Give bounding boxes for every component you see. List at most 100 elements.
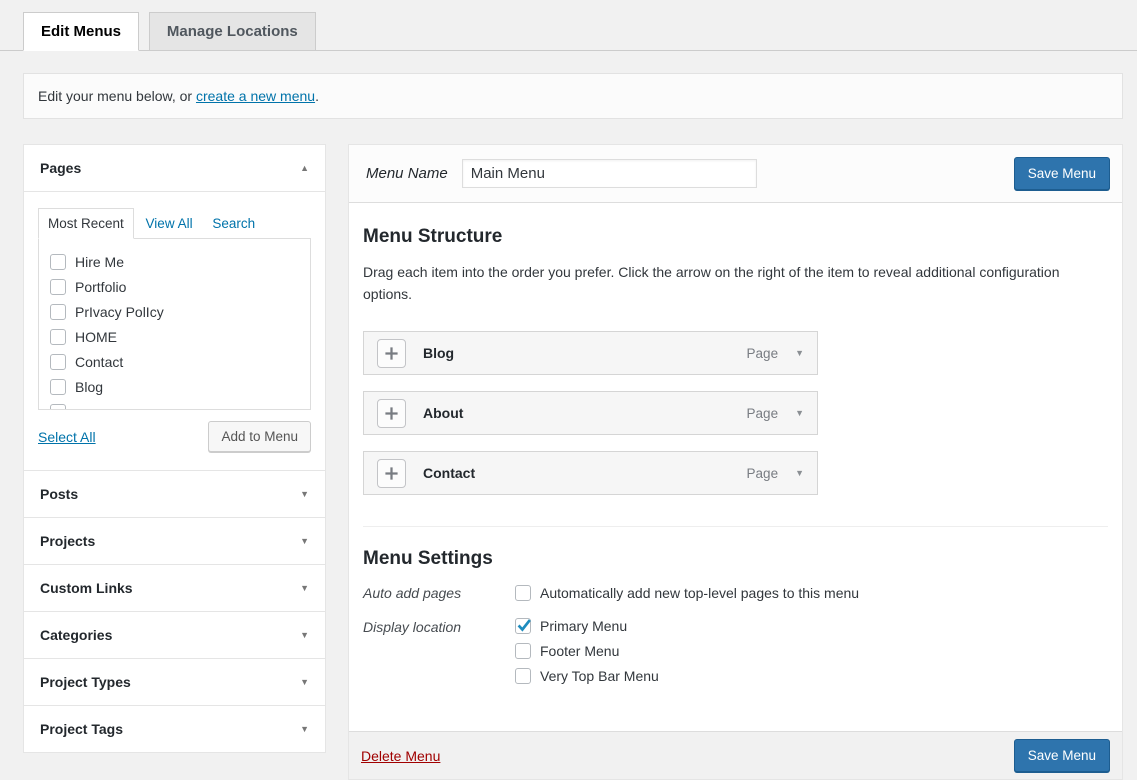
pages-panel: Pages ▲ Most Recent View All Search Hire… <box>24 145 325 470</box>
location-option-label: Footer Menu <box>540 643 619 659</box>
save-menu-button-bottom[interactable]: Save Menu <box>1014 739 1110 772</box>
plus-icon[interactable] <box>377 399 406 428</box>
auto-add-pages-row: Auto add pages Automatically add new top… <box>363 584 1108 601</box>
page-item-label: HOME <box>75 329 117 345</box>
expand-down-arrow-icon: ▼ <box>300 490 309 499</box>
menu-settings-title: Menu Settings <box>363 548 1108 570</box>
menu-item-type: Page <box>747 406 779 421</box>
tab-manage-locations[interactable]: Manage Locations <box>149 12 316 51</box>
section-divider <box>363 526 1108 527</box>
menus-layout: Pages ▲ Most Recent View All Search Hire… <box>23 144 1123 780</box>
page-checklist-item-partial[interactable] <box>50 399 310 410</box>
notice-text-end: . <box>315 88 319 104</box>
display-location-option-primary[interactable]: Primary Menu <box>515 618 659 634</box>
page-item-label: Hire Me <box>75 254 124 270</box>
auto-add-option-label: Automatically add new top-level pages to… <box>540 585 859 601</box>
item-expand-arrow-icon[interactable]: ▼ <box>795 348 804 358</box>
checkbox-unchecked-icon[interactable] <box>515 585 531 601</box>
plus-icon[interactable] <box>377 339 406 368</box>
checkbox-unchecked-icon[interactable] <box>515 668 531 684</box>
accordion-title: Project Tags <box>40 721 123 737</box>
expand-down-arrow-icon: ▼ <box>300 678 309 687</box>
expand-down-arrow-icon: ▼ <box>300 725 309 734</box>
tab-edit-menus[interactable]: Edit Menus <box>23 12 139 51</box>
menu-structure-title: Menu Structure <box>363 226 1108 248</box>
accordion-custom-links[interactable]: Custom Links ▼ <box>24 564 325 611</box>
accordion-title: Project Types <box>40 674 131 690</box>
checkbox-unchecked-icon[interactable] <box>50 304 66 320</box>
admin-tab-bar: Edit Menus Manage Locations <box>0 0 1137 51</box>
item-expand-arrow-icon[interactable]: ▼ <box>795 408 804 418</box>
display-location-option-footer[interactable]: Footer Menu <box>515 643 659 659</box>
menu-item-type: Page <box>747 346 779 361</box>
page-checklist-item[interactable]: PrIvacy PolIcy <box>50 299 310 324</box>
accordion-title: Categories <box>40 627 112 643</box>
plus-icon[interactable] <box>377 459 406 488</box>
checkbox-unchecked-icon[interactable] <box>50 404 66 411</box>
checkbox-unchecked-icon[interactable] <box>50 279 66 295</box>
menu-structure-description: Drag each item into the order you prefer… <box>363 262 1108 305</box>
menu-item-blog[interactable]: Blog Page ▼ <box>363 331 818 375</box>
menu-item-contact[interactable]: Contact Page ▼ <box>363 451 818 495</box>
menu-editor-footer: Delete Menu Save Menu <box>349 731 1122 779</box>
accordion-project-types[interactable]: Project Types ▼ <box>24 658 325 705</box>
notice-text: Edit your menu below, or <box>38 88 196 104</box>
location-option-label: Very Top Bar Menu <box>540 668 659 684</box>
create-new-menu-link[interactable]: create a new menu <box>196 88 315 104</box>
add-menu-items-sidebar: Pages ▲ Most Recent View All Search Hire… <box>23 144 326 753</box>
menu-name-input[interactable] <box>462 159 757 188</box>
checkbox-unchecked-icon[interactable] <box>50 354 66 370</box>
item-expand-arrow-icon[interactable]: ▼ <box>795 468 804 478</box>
display-location-options: Primary Menu Footer Menu Very Top Bar Me… <box>515 618 659 684</box>
menu-item-label: Blog <box>423 345 454 361</box>
display-location-option-very-top-bar[interactable]: Very Top Bar Menu <box>515 668 659 684</box>
menu-item-label: About <box>423 405 463 421</box>
accordion-posts[interactable]: Posts ▼ <box>24 470 325 517</box>
expand-down-arrow-icon: ▼ <box>300 631 309 640</box>
checkbox-checked-icon[interactable] <box>515 618 531 634</box>
delete-menu-link[interactable]: Delete Menu <box>361 748 440 764</box>
tab-search[interactable]: Search <box>204 209 263 238</box>
expand-down-arrow-icon: ▼ <box>300 537 309 546</box>
checkbox-unchecked-icon[interactable] <box>50 254 66 270</box>
pages-panel-header[interactable]: Pages ▲ <box>24 145 325 191</box>
page-checklist-item[interactable]: Hire Me <box>50 249 310 274</box>
accordion-projects[interactable]: Projects ▼ <box>24 517 325 564</box>
accordion-categories[interactable]: Categories ▼ <box>24 611 325 658</box>
checkbox-unchecked-icon[interactable] <box>50 329 66 345</box>
check-icon <box>515 616 533 634</box>
pages-tabs: Most Recent View All Search <box>38 208 311 239</box>
pages-panel-actions: Select All Add to Menu <box>38 421 311 452</box>
page-item-label: Contact <box>75 354 123 370</box>
menu-name-label: Menu Name <box>366 165 448 182</box>
pages-panel-body: Most Recent View All Search Hire Me Port… <box>24 191 325 470</box>
auto-add-pages-option[interactable]: Automatically add new top-level pages to… <box>515 584 859 601</box>
expand-down-arrow-icon: ▼ <box>300 584 309 593</box>
display-location-label: Display location <box>363 618 515 684</box>
tab-view-all[interactable]: View All <box>138 209 201 238</box>
location-option-label: Primary Menu <box>540 618 627 634</box>
menu-structure-list: Blog Page ▼ About Page ▼ Contact <box>363 331 1108 495</box>
page-item-label: Portfolio <box>75 279 126 295</box>
notice-banner: Edit your menu below, or create a new me… <box>23 73 1123 119</box>
accordion-project-tags[interactable]: Project Tags ▼ <box>24 705 325 752</box>
menu-name-header: Menu Name Save Menu <box>349 145 1122 203</box>
display-location-row: Display location Primary Menu Footer Men… <box>363 618 1108 684</box>
add-to-menu-button[interactable]: Add to Menu <box>208 421 311 452</box>
menu-editor-body: Menu Structure Drag each item into the o… <box>349 203 1122 731</box>
accordion-title: Projects <box>40 533 95 549</box>
save-menu-button-top[interactable]: Save Menu <box>1014 157 1110 190</box>
accordion-title: Posts <box>40 486 78 502</box>
page-checklist-item[interactable]: Portfolio <box>50 274 310 299</box>
checkbox-unchecked-icon[interactable] <box>50 379 66 395</box>
select-all-link[interactable]: Select All <box>38 429 96 445</box>
page-checklist-item[interactable]: Contact <box>50 349 310 374</box>
page-checklist-item[interactable]: HOME <box>50 324 310 349</box>
collapse-up-arrow-icon[interactable]: ▲ <box>300 164 309 173</box>
menu-item-about[interactable]: About Page ▼ <box>363 391 818 435</box>
page-checklist-item[interactable]: Blog <box>50 374 310 399</box>
pages-checklist: Hire Me Portfolio PrIvacy PolIcy HOME <box>38 238 311 410</box>
auto-add-pages-label: Auto add pages <box>363 584 515 601</box>
checkbox-unchecked-icon[interactable] <box>515 643 531 659</box>
tab-most-recent[interactable]: Most Recent <box>38 208 134 239</box>
